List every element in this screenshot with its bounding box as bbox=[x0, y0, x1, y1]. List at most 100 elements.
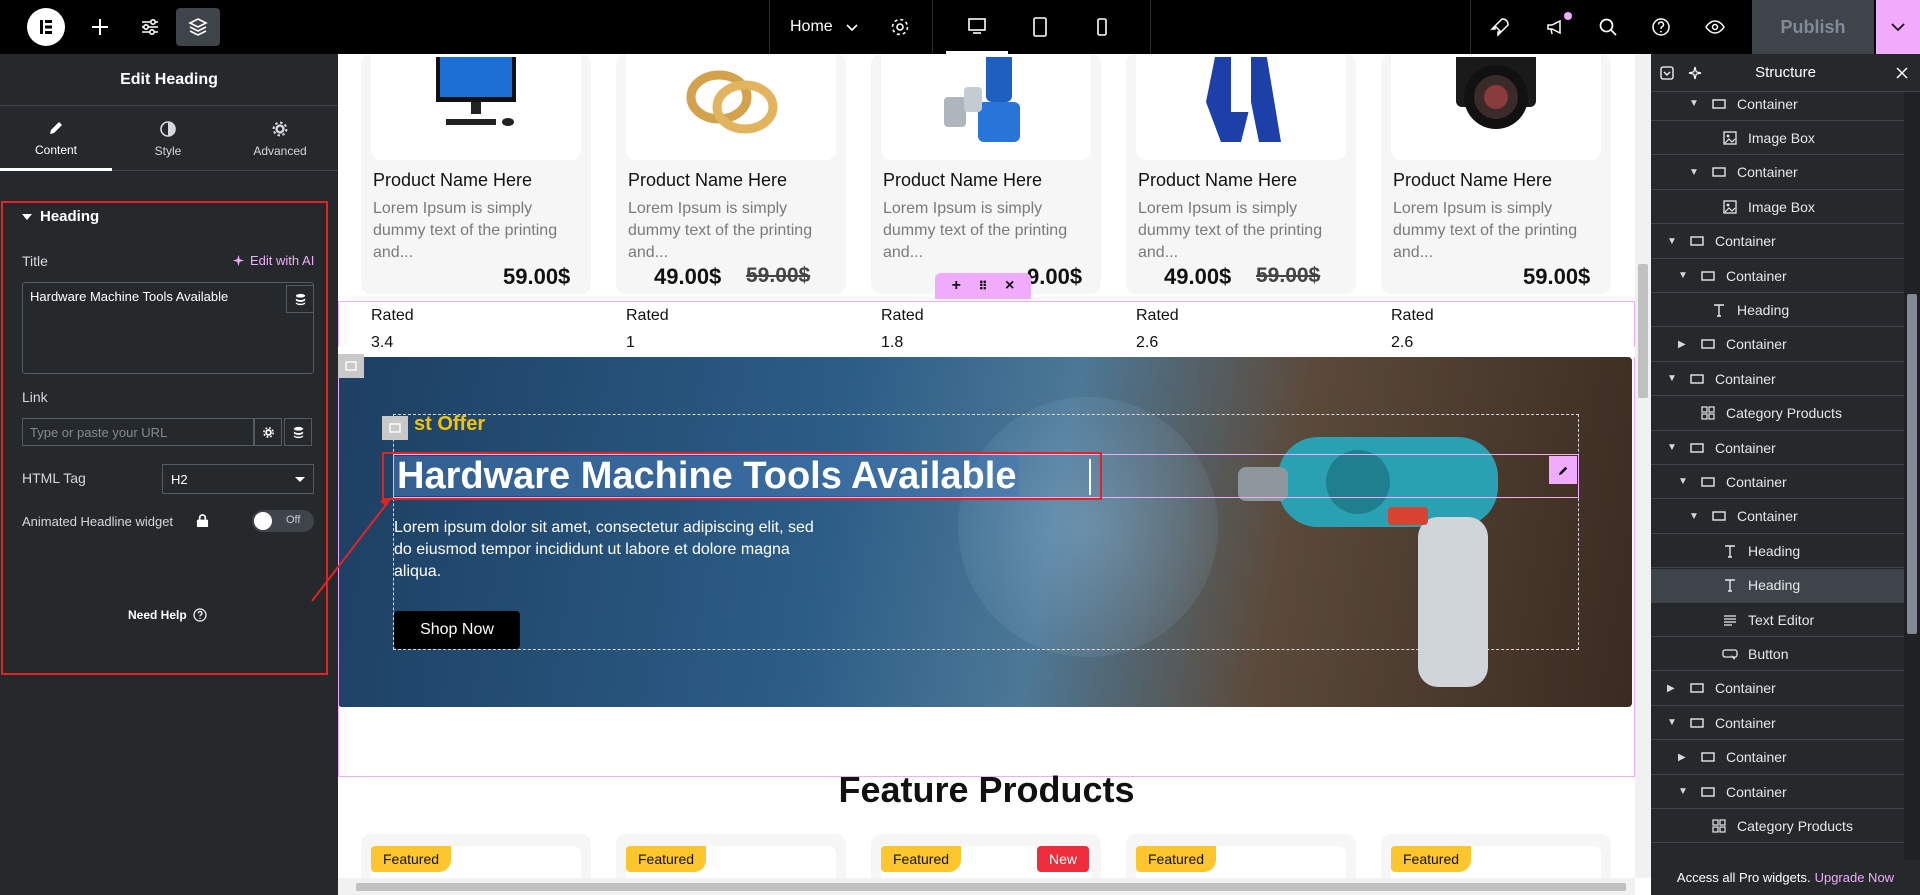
hero-paragraph[interactable]: Lorem ipsum dolor sit amet, consectetur … bbox=[394, 517, 834, 583]
mobile-view-button[interactable] bbox=[1080, 0, 1124, 54]
publish-options-button[interactable] bbox=[1876, 0, 1920, 54]
structure-node-heading[interactable]: Heading bbox=[1651, 534, 1904, 569]
drag-handle-icon[interactable]: ⠿ bbox=[978, 279, 987, 293]
structure-node-button[interactable]: Button bbox=[1651, 637, 1904, 672]
canvas-hscroll-thumb[interactable] bbox=[356, 883, 1626, 891]
structure-node-container[interactable]: ▼ Container bbox=[1651, 775, 1904, 809]
edit-widget-button[interactable] bbox=[1549, 456, 1577, 484]
need-help-link[interactable]: Need Help bbox=[128, 608, 207, 622]
caret-down-icon[interactable]: ▼ bbox=[1667, 373, 1677, 384]
page-selector[interactable]: Home bbox=[790, 0, 859, 54]
chevron-down-icon bbox=[1891, 23, 1905, 32]
structure-node-text[interactable]: Text Editor bbox=[1651, 603, 1904, 637]
html-tag-select[interactable]: H2 bbox=[162, 464, 314, 494]
elementor-logo[interactable] bbox=[27, 8, 65, 46]
publish-button[interactable]: Publish bbox=[1752, 0, 1874, 54]
container-handle[interactable] bbox=[382, 416, 408, 440]
caret-down-icon[interactable]: ▼ bbox=[1689, 511, 1699, 522]
structure-node-container[interactable]: ▼ Container bbox=[1651, 465, 1904, 500]
heading-icon bbox=[1722, 577, 1738, 593]
product-card[interactable]: Product Name Here Lorem Ipsum is simply … bbox=[1381, 54, 1611, 294]
caret-down-icon[interactable]: ▼ bbox=[1667, 236, 1677, 247]
structure-node-container[interactable]: ▼ Container bbox=[1651, 259, 1904, 293]
structure-node-container[interactable]: ▼ Container bbox=[1651, 225, 1904, 259]
element-toolbar[interactable]: + ⠿ × bbox=[935, 273, 1031, 299]
desktop-view-button[interactable] bbox=[946, 0, 1008, 54]
structure-node-imagebox[interactable]: Image Box bbox=[1651, 121, 1904, 156]
canvas-scrollbar-thumb[interactable] bbox=[1638, 264, 1648, 398]
structure-node-container[interactable]: ▼ Container bbox=[1651, 362, 1904, 397]
product-card[interactable]: Product Name Here Lorem Ipsum is simply … bbox=[871, 54, 1101, 294]
whats-new-button[interactable] bbox=[1533, 0, 1577, 54]
canvas-vertical-scrollbar[interactable] bbox=[1635, 54, 1651, 878]
link-input[interactable] bbox=[22, 418, 254, 446]
link-options-button[interactable] bbox=[254, 418, 282, 446]
product-price: 59.00$ bbox=[503, 264, 571, 289]
caret-right-icon[interactable]: ▶ bbox=[1678, 339, 1686, 350]
add-element-button[interactable] bbox=[78, 0, 122, 54]
finder-button[interactable] bbox=[1586, 0, 1630, 54]
caret-down-icon[interactable]: ▼ bbox=[1667, 717, 1677, 728]
caret-down-icon[interactable]: ▼ bbox=[1667, 442, 1677, 453]
caret-down-icon[interactable]: ▼ bbox=[1689, 167, 1699, 178]
add-icon[interactable]: + bbox=[952, 277, 961, 295]
product-image-jacket bbox=[1136, 54, 1346, 160]
tab-style[interactable]: Style bbox=[112, 107, 224, 171]
preview-button[interactable] bbox=[1693, 0, 1737, 54]
structure-node-container[interactable]: ▼ Container bbox=[1651, 500, 1904, 534]
site-settings-button[interactable] bbox=[128, 0, 172, 54]
caret-down-icon[interactable]: ▼ bbox=[1689, 98, 1699, 109]
structure-node-container[interactable]: ▼ Container bbox=[1651, 87, 1904, 121]
edit-with-ai-button[interactable]: Edit with AI bbox=[232, 253, 314, 268]
caret-down-icon[interactable]: ▼ bbox=[1678, 786, 1688, 797]
structure-node-heading[interactable]: Heading bbox=[1651, 568, 1904, 603]
dynamic-tags-button[interactable] bbox=[286, 285, 314, 313]
product-card[interactable]: Product Name Here Lorem Ipsum is simply … bbox=[361, 54, 591, 294]
tab-advanced[interactable]: Advanced bbox=[224, 107, 336, 171]
caret-down-icon[interactable]: ▼ bbox=[1678, 270, 1688, 281]
structure-scrollbar-thumb[interactable] bbox=[1907, 294, 1917, 634]
launchpad-button[interactable] bbox=[1478, 0, 1522, 54]
structure-node-container[interactable]: ▼ Container bbox=[1651, 156, 1904, 190]
structure-node-imagebox[interactable]: Image Box bbox=[1651, 190, 1904, 225]
animated-headline-toggle[interactable]: Off bbox=[252, 510, 314, 532]
structure-node-label: Container bbox=[1726, 749, 1787, 766]
product-card[interactable]: Product Name Here Lorem Ipsum is simply … bbox=[1126, 54, 1356, 294]
link-dynamic-tags-button[interactable] bbox=[284, 418, 312, 446]
structure-node-container[interactable]: ▼ Container bbox=[1651, 706, 1904, 741]
tablet-view-button[interactable] bbox=[1018, 0, 1062, 54]
product-card[interactable]: Product Name Here Lorem Ipsum is simply … bbox=[616, 54, 846, 294]
structure-node-label: Container bbox=[1715, 439, 1776, 456]
structure-node-grid[interactable]: Category Products bbox=[1651, 397, 1904, 431]
close-icon[interactable] bbox=[1896, 67, 1908, 79]
structure-node-container[interactable]: ▶ Container bbox=[1651, 741, 1904, 775]
structure-node-container[interactable]: ▶ Container bbox=[1651, 672, 1904, 706]
section-handle[interactable] bbox=[338, 354, 364, 378]
caret-down-icon[interactable]: ▼ bbox=[1678, 476, 1688, 487]
editor-canvas[interactable]: Product Name Here Lorem Ipsum is simply … bbox=[338, 54, 1651, 895]
caret-right-icon[interactable]: ▶ bbox=[1678, 752, 1686, 763]
offer-heading[interactable]: st Offer bbox=[414, 413, 485, 436]
structure-node-container[interactable]: ▶ Container bbox=[1651, 328, 1904, 362]
structure-toggle-button[interactable] bbox=[176, 8, 220, 46]
gear-icon bbox=[891, 18, 909, 36]
tab-content[interactable]: Content bbox=[0, 107, 112, 171]
upgrade-link[interactable]: Upgrade Now bbox=[1815, 870, 1895, 885]
rating-block: Rated 2.6 bbox=[1136, 302, 1179, 356]
close-icon[interactable]: × bbox=[1005, 277, 1014, 295]
divider bbox=[932, 0, 933, 54]
shop-now-button[interactable]: Shop Now bbox=[394, 611, 520, 649]
structure-node-heading[interactable]: Heading bbox=[1651, 293, 1904, 328]
page-settings-button[interactable] bbox=[878, 0, 922, 54]
title-textarea[interactable] bbox=[23, 283, 285, 373]
structure-node-grid[interactable]: Category Products bbox=[1651, 809, 1904, 844]
help-button[interactable] bbox=[1639, 0, 1683, 54]
container-icon bbox=[1689, 371, 1705, 387]
structure-node-container[interactable]: ▼ Container bbox=[1651, 431, 1904, 465]
title-field[interactable] bbox=[22, 282, 314, 374]
chevron-down-icon bbox=[846, 24, 858, 32]
caret-right-icon[interactable]: ▶ bbox=[1667, 683, 1675, 694]
top-bar: Home Publish bbox=[0, 0, 1920, 54]
feature-products-heading[interactable]: Feature Products bbox=[338, 769, 1635, 811]
section-heading-toggle[interactable]: Heading bbox=[22, 208, 99, 225]
